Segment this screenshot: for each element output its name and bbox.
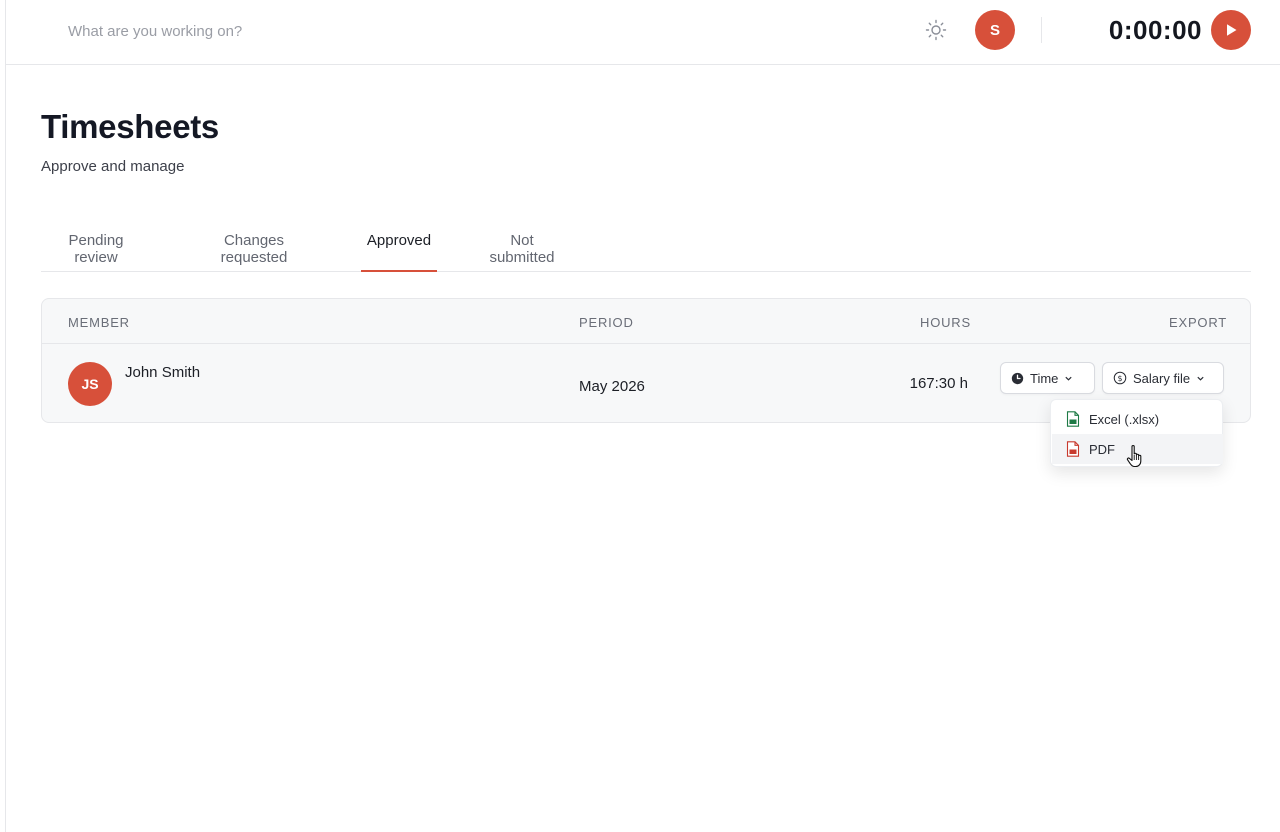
chevron-down-icon xyxy=(1065,376,1073,381)
status-tabs: Pending review Changes requested Approve… xyxy=(41,222,1251,272)
svg-text:$: $ xyxy=(1117,374,1122,383)
export-salary-file-button[interactable]: $ Salary file xyxy=(1102,362,1224,394)
member-name: John Smith xyxy=(125,364,201,381)
period-value: May 2026 xyxy=(579,378,645,395)
column-header-export: EXPORT xyxy=(1169,315,1228,330)
sun-icon[interactable] xyxy=(924,18,948,42)
menu-item-pdf[interactable]: PDF xyxy=(1052,434,1223,464)
column-header-period: PERIOD xyxy=(579,315,634,330)
menu-item-excel-label: Excel (.xlsx) xyxy=(1089,411,1160,427)
member-avatar: JS xyxy=(68,362,112,406)
hours-value: 167:30 h xyxy=(909,375,968,392)
clock-icon xyxy=(1011,372,1024,384)
tab-changes-requested[interactable]: Changes requested xyxy=(187,222,321,272)
play-icon xyxy=(1227,24,1237,36)
export-format-menu: Excel (.xlsx) PDF xyxy=(1050,399,1223,467)
user-avatar[interactable]: S xyxy=(975,10,1015,50)
divider xyxy=(1041,17,1042,43)
dollar-circle-icon: $ xyxy=(1113,371,1127,385)
menu-item-excel[interactable]: Excel (.xlsx) xyxy=(1052,404,1223,434)
page-subtitle: Approve and manage xyxy=(41,158,185,175)
page-title: Timesheets xyxy=(41,108,219,145)
table-header: MEMBER PERIOD HOURS EXPORT xyxy=(42,299,1250,344)
chevron-down-icon xyxy=(1197,376,1204,381)
export-time-label: Time xyxy=(1030,370,1059,386)
column-header-member: MEMBER xyxy=(68,315,130,330)
top-bar: S 0:00:00 xyxy=(6,0,1280,65)
timer-display: 0:00:00 xyxy=(1108,15,1202,45)
export-salary-file-label: Salary file xyxy=(1133,370,1191,386)
export-time-button[interactable]: Time xyxy=(1000,362,1095,394)
tab-pending-review[interactable]: Pending review xyxy=(41,222,151,272)
menu-item-pdf-label: PDF xyxy=(1089,441,1115,457)
tab-approved[interactable]: Approved xyxy=(361,222,437,272)
start-timer-button[interactable] xyxy=(1211,10,1251,50)
column-header-hours: HOURS xyxy=(920,315,971,330)
tab-not-submitted[interactable]: Not submitted xyxy=(472,222,572,272)
left-edge xyxy=(0,0,6,832)
excel-file-icon xyxy=(1066,411,1080,427)
pdf-file-icon xyxy=(1066,441,1080,457)
task-description-input[interactable] xyxy=(68,16,668,46)
